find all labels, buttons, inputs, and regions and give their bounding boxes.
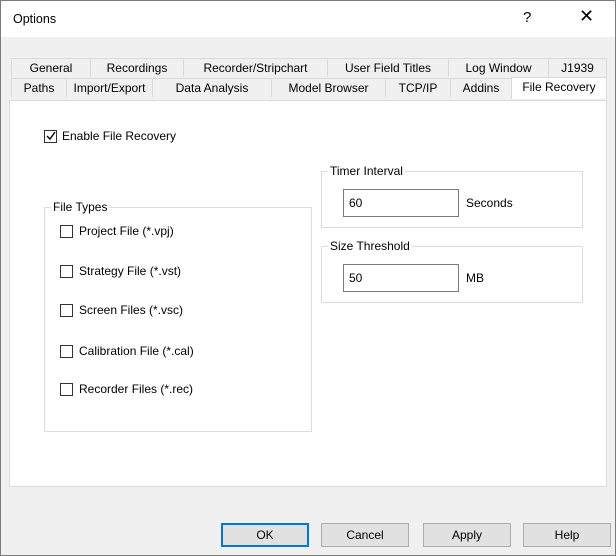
tab-tcp-ip[interactable]: TCP/IP <box>385 78 451 97</box>
help-icon[interactable]: ? <box>523 9 531 26</box>
window-title: Options <box>13 12 57 26</box>
tab-file-recovery[interactable]: File Recovery <box>511 77 607 99</box>
help-button[interactable]: Help <box>523 523 611 547</box>
recorder-files-checkbox[interactable] <box>60 383 73 396</box>
tab-j1939[interactable]: J1939 <box>548 58 607 77</box>
size-threshold-group: Size Threshold 50 MB <box>321 239 583 303</box>
tab-recordings[interactable]: Recordings <box>90 58 184 77</box>
size-threshold-unit: MB <box>466 271 484 285</box>
enable-file-recovery-checkbox[interactable] <box>44 130 57 143</box>
title-bar: Options ? ✕ <box>1 1 615 37</box>
timer-interval-unit: Seconds <box>466 196 513 210</box>
tab-model-browser[interactable]: Model Browser <box>271 78 386 97</box>
project-file-checkbox[interactable] <box>60 225 73 238</box>
strategy-file-label: Strategy File (*.vst) <box>79 264 182 278</box>
tab-paths[interactable]: Paths <box>11 78 67 97</box>
size-threshold-input[interactable]: 50 <box>343 264 459 292</box>
screen-files-label: Screen Files (*.vsc) <box>79 303 184 317</box>
tab-data-analysis[interactable]: Data Analysis <box>152 78 272 97</box>
file-types-group: File Types Project File (*.vpj) Strategy… <box>44 200 312 432</box>
tab-recorder-stripchart[interactable]: Recorder/Stripchart <box>183 58 328 77</box>
options-dialog: Options ? ✕ General Recordings Recorder/… <box>0 0 616 556</box>
cancel-button[interactable]: Cancel <box>321 523 409 547</box>
recorder-files-label: Recorder Files (*.rec) <box>79 382 194 396</box>
tab-import-export[interactable]: Import/Export <box>66 78 153 97</box>
timer-interval-title: Timer Interval <box>328 164 405 178</box>
screen-files-checkbox[interactable] <box>60 304 73 317</box>
strategy-file-checkbox[interactable] <box>60 265 73 278</box>
checkmark-icon <box>46 131 56 141</box>
apply-button[interactable]: Apply <box>423 523 511 547</box>
enable-file-recovery-label: Enable File Recovery <box>62 129 177 143</box>
calibration-file-label: Calibration File (*.cal) <box>79 344 194 358</box>
timer-interval-group: Timer Interval 60 Seconds <box>321 164 583 228</box>
tab-general[interactable]: General <box>11 58 91 77</box>
close-icon[interactable]: ✕ <box>579 6 594 27</box>
tab-addins[interactable]: Addins <box>450 78 512 97</box>
timer-interval-input[interactable]: 60 <box>343 189 459 217</box>
size-threshold-title: Size Threshold <box>328 239 412 253</box>
calibration-file-checkbox[interactable] <box>60 345 73 358</box>
file-types-title: File Types <box>51 200 110 214</box>
project-file-label: Project File (*.vpj) <box>79 224 174 238</box>
tab-user-field-titles[interactable]: User Field Titles <box>327 58 449 77</box>
dialog-client: General Recordings Recorder/Stripchart U… <box>1 37 615 555</box>
tab-log-window[interactable]: Log Window <box>448 58 549 77</box>
file-recovery-panel: Enable File Recovery File Types Project … <box>9 100 607 487</box>
ok-button[interactable]: OK <box>221 523 309 547</box>
